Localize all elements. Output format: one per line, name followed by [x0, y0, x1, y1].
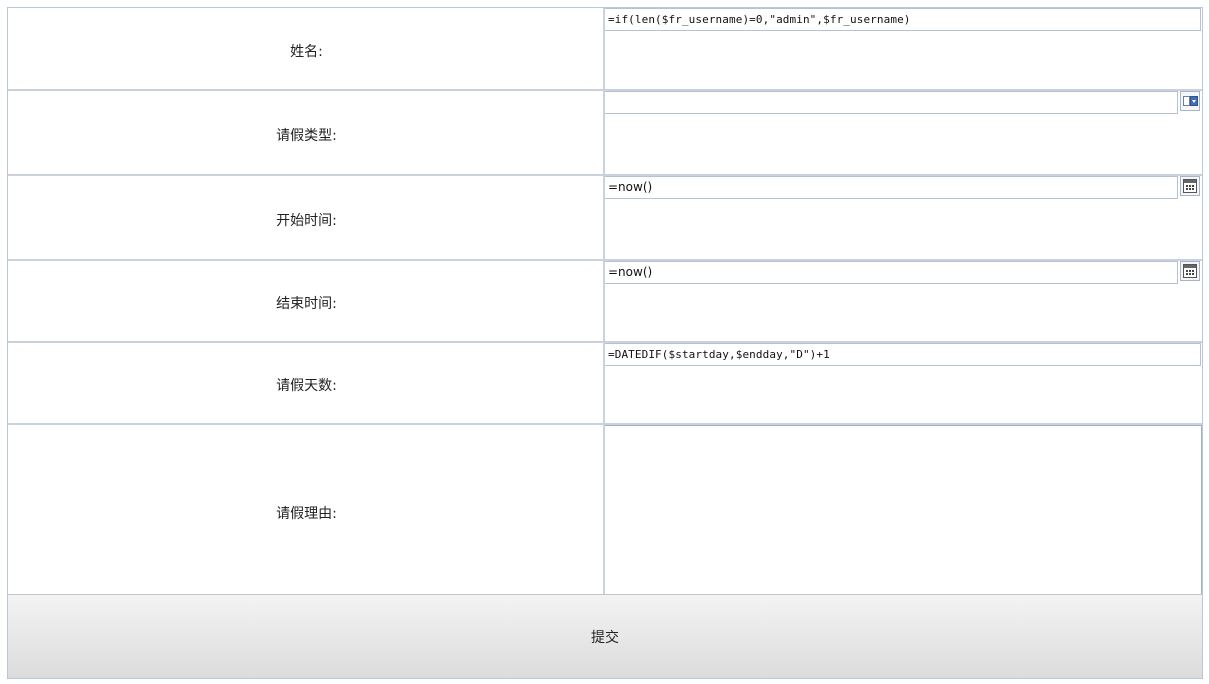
end-time-input[interactable]: =now() — [605, 261, 1178, 284]
field-cell: =if(len($fr_username)=0,"admin",$fr_user… — [605, 8, 1202, 89]
field-cell: =now() — [605, 261, 1202, 341]
label-cell: 姓名: — [8, 8, 605, 89]
name-label: 姓名: — [290, 43, 323, 60]
label-cell: 请假天数: — [8, 343, 605, 423]
start-date-picker-button[interactable] — [1180, 176, 1200, 196]
label-cell: 开始时间: — [8, 176, 605, 259]
start-time-label: 开始时间: — [276, 212, 337, 229]
leave-request-form: 姓名: =if(len($fr_username)=0,"admin",$fr_… — [7, 7, 1203, 679]
leave-type-dropdown-button[interactable] — [1180, 91, 1200, 111]
leave-type-label: 请假类型: — [276, 127, 337, 144]
combo-box-icon — [1183, 96, 1190, 106]
field-cell: =now() — [605, 176, 1202, 259]
label-cell: 结束时间: — [8, 261, 605, 341]
form-row-leave-days: 请假天数: =DATEDIF($startday,$endday,"D")+1 — [8, 343, 1202, 425]
leave-reason-textarea[interactable] — [605, 425, 1202, 596]
calendar-icon — [1183, 179, 1197, 193]
form-row-end-time: 结束时间: =now() — [8, 261, 1202, 343]
field-cell — [605, 91, 1202, 174]
form-row-leave-type: 请假类型: — [8, 91, 1202, 176]
form-row-name: 姓名: =if(len($fr_username)=0,"admin",$fr_… — [8, 8, 1202, 91]
label-cell: 请假类型: — [8, 91, 605, 174]
field-cell — [605, 425, 1202, 596]
leave-days-label: 请假天数: — [276, 378, 337, 394]
leave-type-combo[interactable] — [605, 91, 1178, 114]
end-time-label: 结束时间: — [276, 296, 337, 312]
form-row-start-time: 开始时间: =now() — [8, 176, 1202, 261]
dropdown-arrow-icon — [1190, 96, 1198, 106]
start-time-input[interactable]: =now() — [605, 176, 1178, 199]
calendar-icon — [1183, 264, 1197, 278]
submit-button[interactable]: 提交 — [8, 594, 1202, 678]
form-row-leave-reason: 请假理由: — [8, 425, 1202, 597]
field-cell: =DATEDIF($startday,$endday,"D")+1 — [605, 343, 1202, 423]
label-cell: 请假理由: — [8, 425, 605, 596]
name-input[interactable]: =if(len($fr_username)=0,"admin",$fr_user… — [605, 8, 1201, 31]
end-date-picker-button[interactable] — [1180, 261, 1200, 281]
leave-reason-label: 请假理由: — [276, 505, 337, 522]
leave-days-input[interactable]: =DATEDIF($startday,$endday,"D")+1 — [605, 343, 1201, 366]
